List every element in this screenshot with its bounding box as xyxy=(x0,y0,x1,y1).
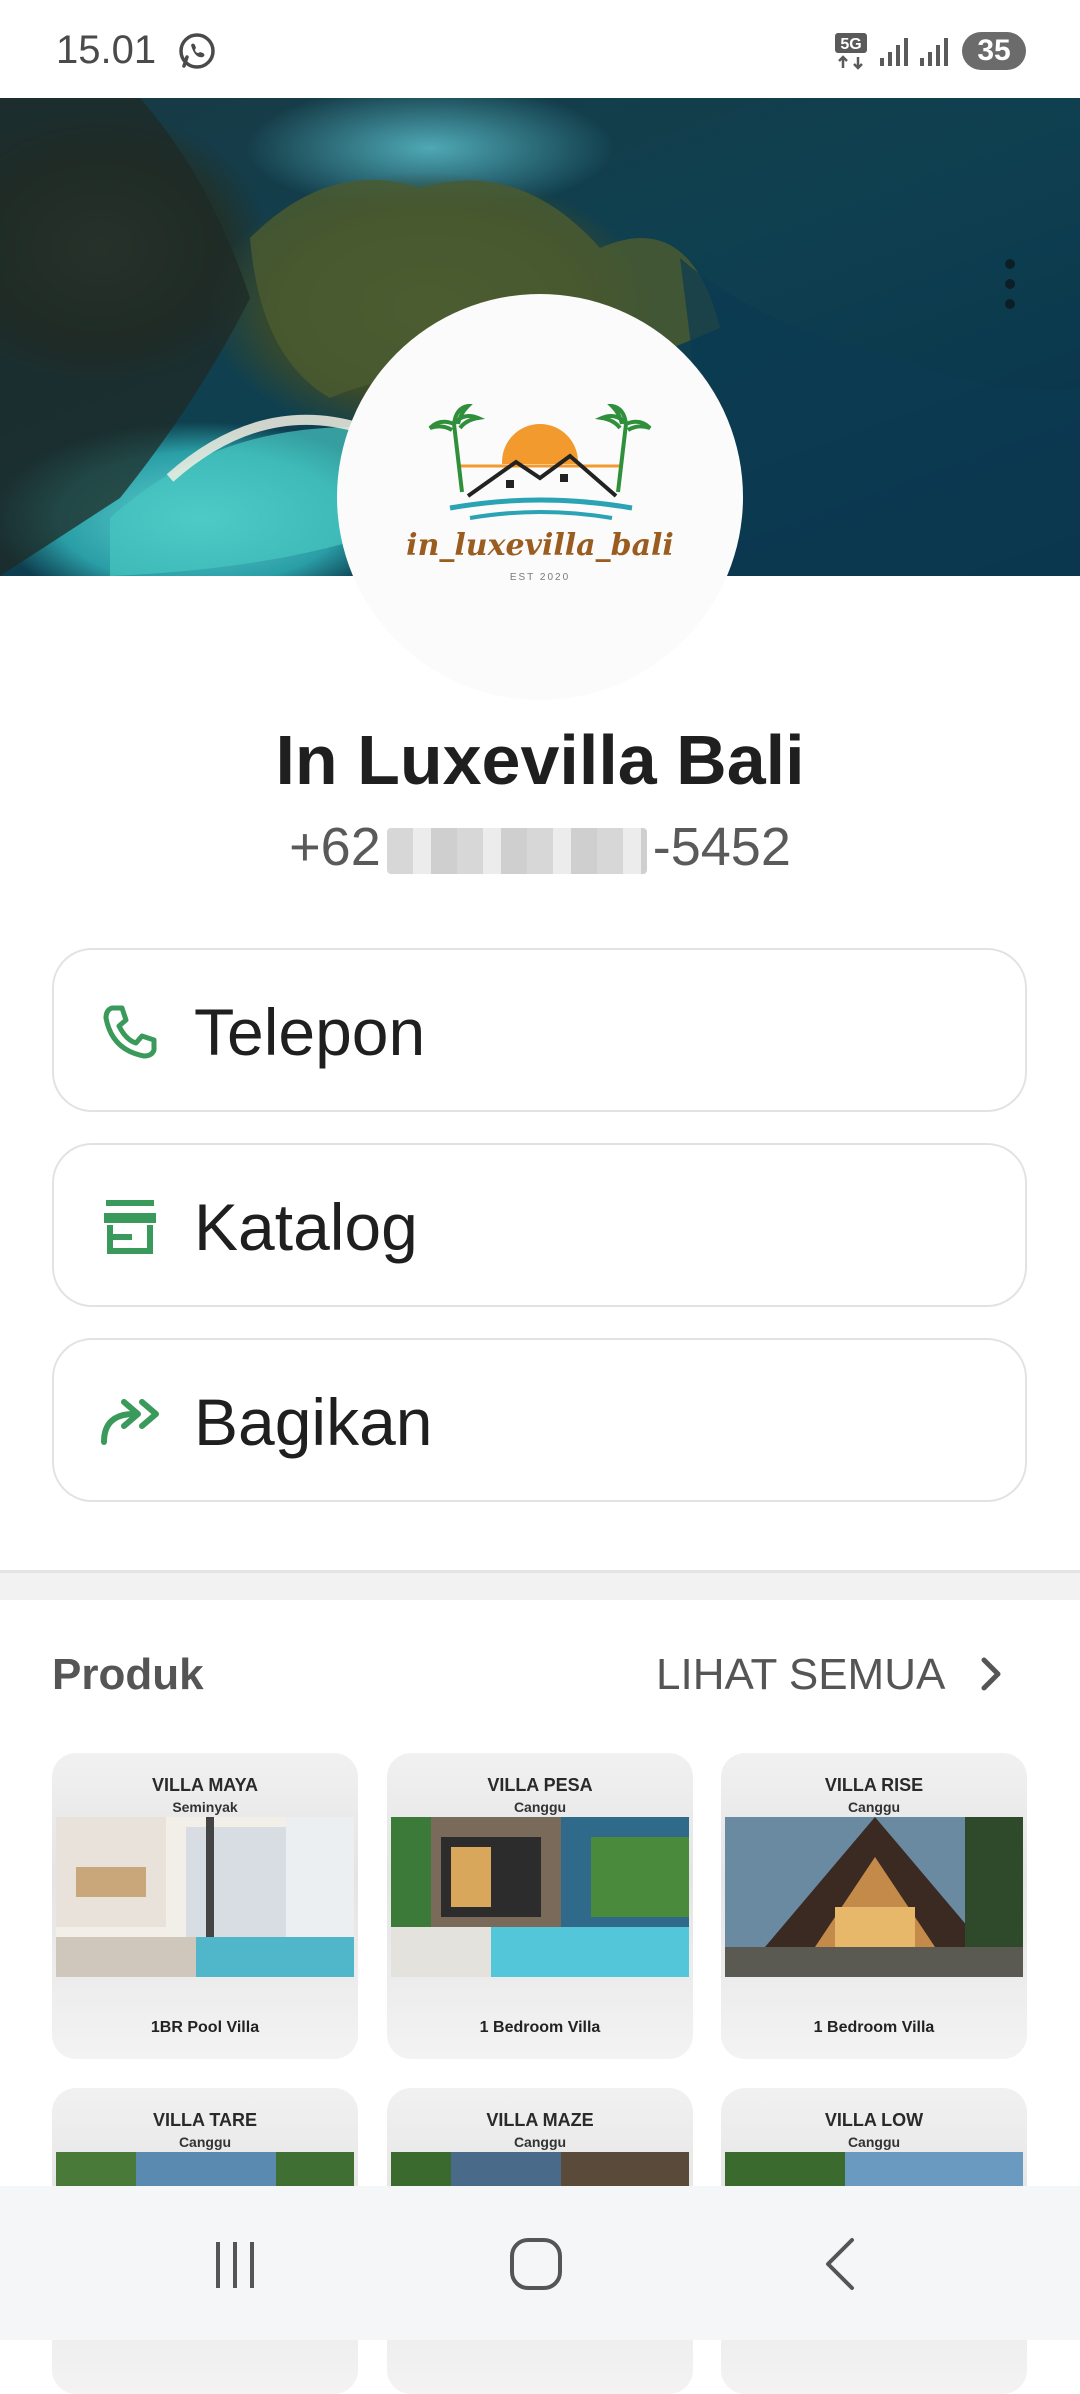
more-options-icon[interactable] xyxy=(998,254,1022,314)
phone-prefix: +62 xyxy=(289,817,381,877)
phone-number[interactable]: +62 -5452 xyxy=(0,816,1080,878)
call-label: Telepon xyxy=(194,995,426,1069)
product-name: VILLA MAZE xyxy=(486,2110,594,2130)
product-type: 1 Bedroom Villa xyxy=(813,2019,935,2036)
product-image xyxy=(391,1817,689,1977)
phone-icon xyxy=(103,1005,157,1059)
battery-indicator: 35 xyxy=(962,32,1026,70)
store-icon xyxy=(104,1200,156,1254)
catalog-button[interactable]: Katalog xyxy=(52,1143,1027,1307)
share-label: Bagikan xyxy=(194,1385,433,1459)
products-title: Produk xyxy=(52,1650,204,1699)
product-image xyxy=(56,1817,354,1977)
logo-text: in_luxevilla_bali xyxy=(406,528,674,563)
product-name: VILLA PESA xyxy=(487,1775,593,1795)
signal-icon xyxy=(920,38,948,66)
system-nav-bar xyxy=(0,2186,1080,2340)
signal-icon xyxy=(880,38,908,66)
product-location: Canggu xyxy=(513,2134,567,2150)
svg-text:5G: 5G xyxy=(840,36,861,53)
product-location: Canggu xyxy=(178,2134,232,2150)
catalog-label: Katalog xyxy=(194,1190,418,1264)
section-divider xyxy=(0,1570,1080,1600)
network-5g-icon: 5G xyxy=(835,33,867,70)
see-all-link[interactable]: LIHAT SEMUA xyxy=(656,1650,945,1700)
product-location: Canggu xyxy=(513,1799,567,1815)
product-name: VILLA TARE xyxy=(153,2110,257,2130)
share-button[interactable]: Bagikan xyxy=(52,1338,1027,1502)
product-location: Canggu xyxy=(847,2134,901,2150)
back-icon[interactable] xyxy=(820,2236,860,2292)
call-button[interactable]: Telepon xyxy=(52,948,1027,1112)
whatsapp-icon xyxy=(179,33,215,69)
product-location: Canggu xyxy=(847,1799,901,1815)
status-time: 15.01 xyxy=(56,28,157,72)
chevron-right-icon[interactable] xyxy=(974,1654,1008,1694)
product-name: VILLA MAYA xyxy=(151,1775,259,1795)
recents-icon[interactable] xyxy=(210,2238,260,2292)
share-icon xyxy=(101,1399,159,1445)
status-bar: 15.01 5G 35 xyxy=(0,0,1080,98)
product-name: VILLA LOW xyxy=(824,2110,924,2130)
product-image xyxy=(725,1817,1023,1977)
phone-redacted xyxy=(386,827,647,874)
product-type: 1 Bedroom Villa xyxy=(479,2019,601,2036)
business-name: In Luxevilla Bali xyxy=(275,721,805,799)
product-card[interactable]: VILLA MAYA Seminyak 1BR Pool Villa xyxy=(52,1753,358,2059)
product-card[interactable]: VILLA PESA Canggu 1 Bedroom Villa xyxy=(387,1753,693,2059)
home-icon[interactable] xyxy=(508,2236,564,2292)
phone-suffix: -5452 xyxy=(652,817,791,877)
logo-subtext: EST 2020 xyxy=(509,572,571,583)
product-card[interactable]: VILLA RISE Canggu 1 Bedroom Villa xyxy=(721,1753,1027,2059)
logo-emblem xyxy=(428,404,652,520)
product-type: 1BR Pool Villa xyxy=(150,2019,260,2036)
product-location: Seminyak xyxy=(172,1799,238,1815)
product-name: VILLA RISE xyxy=(824,1775,924,1795)
